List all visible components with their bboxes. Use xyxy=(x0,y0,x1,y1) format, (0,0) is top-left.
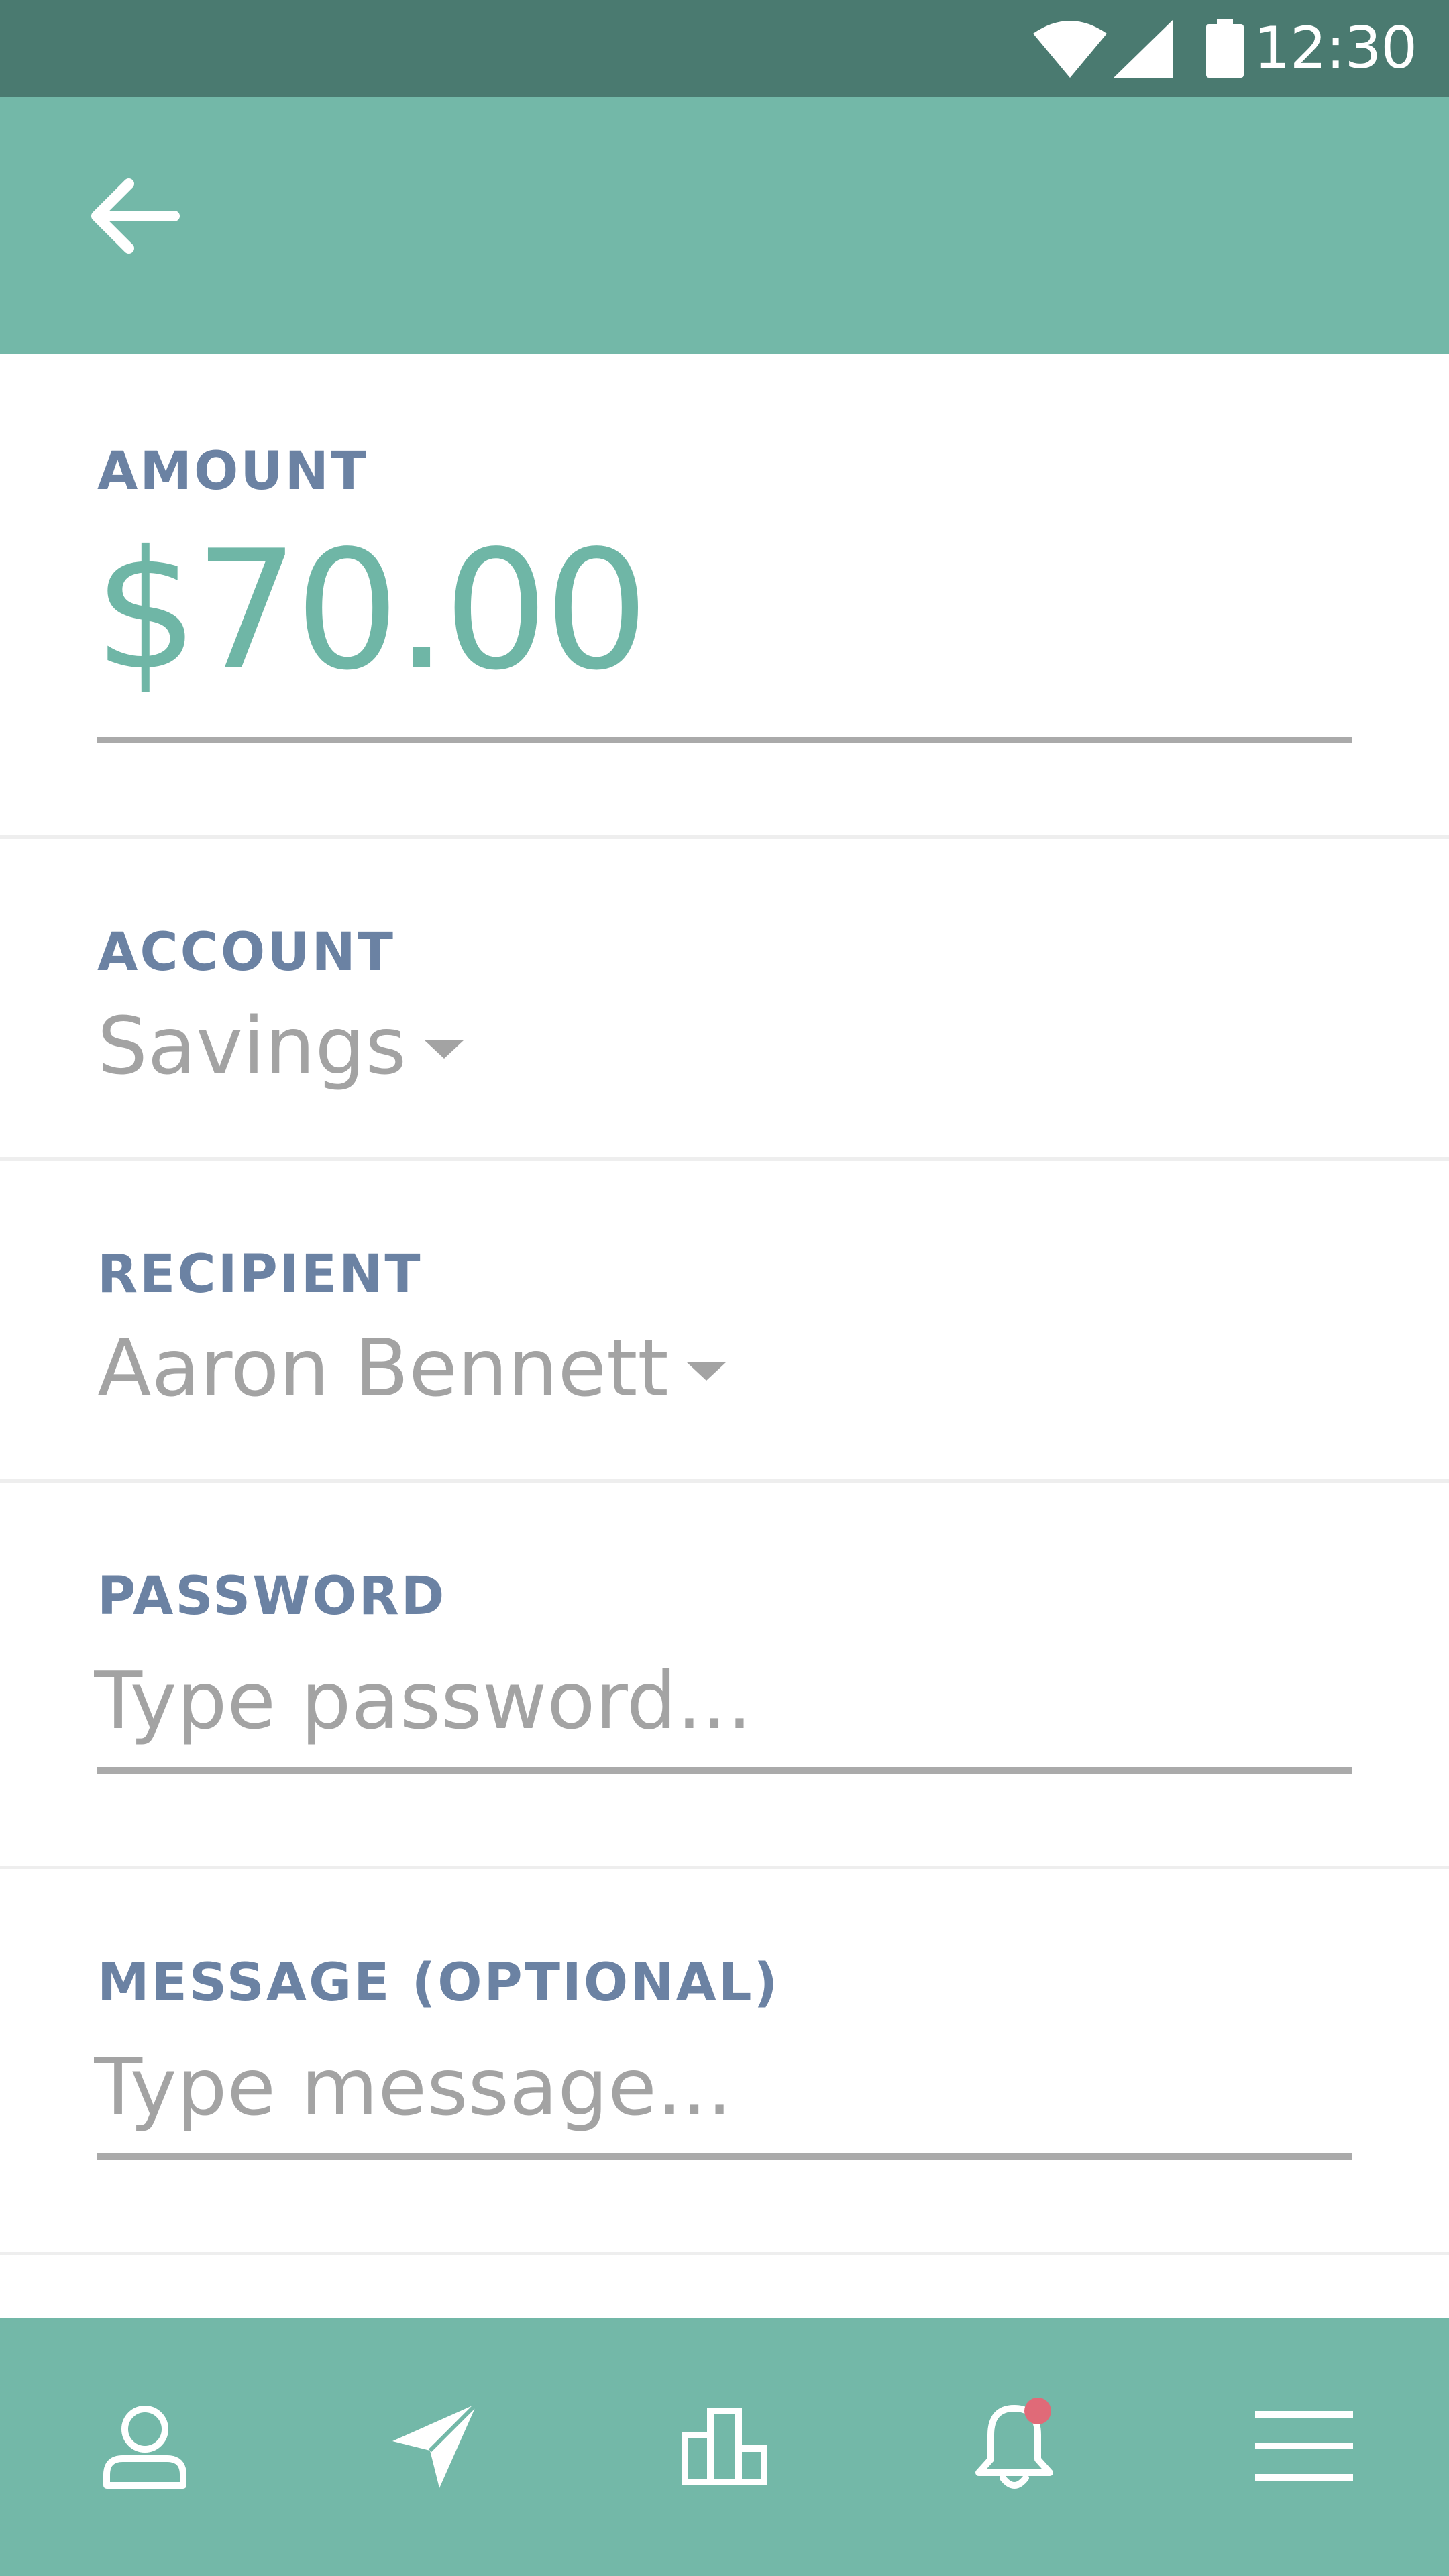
profile-icon xyxy=(101,2402,189,2492)
message-input[interactable] xyxy=(94,2037,1348,2137)
battery-icon xyxy=(1206,19,1244,80)
wifi-icon xyxy=(1033,20,1107,80)
nav-send[interactable] xyxy=(290,2318,580,2576)
nav-notifications[interactable] xyxy=(869,2318,1159,2576)
message-underline xyxy=(97,2153,1352,2160)
back-button[interactable] xyxy=(74,157,195,278)
password-label: PASSWORD xyxy=(97,1566,447,1627)
recipient-label: RECIPIENT xyxy=(97,1244,423,1305)
caret-down-icon xyxy=(686,1362,727,1381)
recipient-section: RECIPIENT Aaron Bennett xyxy=(0,1161,1449,1483)
recipient-select[interactable]: Aaron Bennett xyxy=(97,1322,727,1414)
bottom-nav xyxy=(0,2318,1449,2576)
nav-menu[interactable] xyxy=(1159,2318,1449,2576)
caret-down-icon xyxy=(424,1040,464,1059)
arrow-left-icon xyxy=(87,176,181,259)
amount-label: AMOUNT xyxy=(97,441,369,502)
account-section: ACCOUNT Savings xyxy=(0,839,1449,1161)
transfer-screen: 12:30 AMOUNT $70.00 ACCOUNT Savings RECI… xyxy=(0,0,1449,2576)
app-bar xyxy=(0,97,1449,354)
password-section: PASSWORD xyxy=(0,1483,1449,1869)
recipient-value: Aaron Bennett xyxy=(97,1322,669,1414)
notification-badge xyxy=(1024,2398,1051,2424)
password-input[interactable] xyxy=(94,1650,1348,1751)
account-label: ACCOUNT xyxy=(97,922,395,983)
nav-profile[interactable] xyxy=(0,2318,290,2576)
nav-stats[interactable] xyxy=(580,2318,869,2576)
status-bar: 12:30 xyxy=(0,0,1449,97)
amount-section: AMOUNT $70.00 xyxy=(0,354,1449,839)
cellular-signal-icon xyxy=(1114,20,1173,80)
password-underline xyxy=(97,1767,1352,1774)
menu-icon xyxy=(1254,2409,1354,2485)
message-section: MESSAGE (OPTIONAL) xyxy=(0,1869,1449,2255)
account-value: Savings xyxy=(97,1000,407,1092)
amount-underline xyxy=(97,737,1352,743)
account-select[interactable]: Savings xyxy=(97,1000,464,1092)
send-icon xyxy=(391,2402,479,2492)
bar-chart-icon xyxy=(681,2406,768,2489)
amount-input[interactable]: $70.00 xyxy=(94,529,649,693)
status-time: 12:30 xyxy=(1254,15,1417,82)
message-label: MESSAGE (OPTIONAL) xyxy=(97,1953,780,2013)
